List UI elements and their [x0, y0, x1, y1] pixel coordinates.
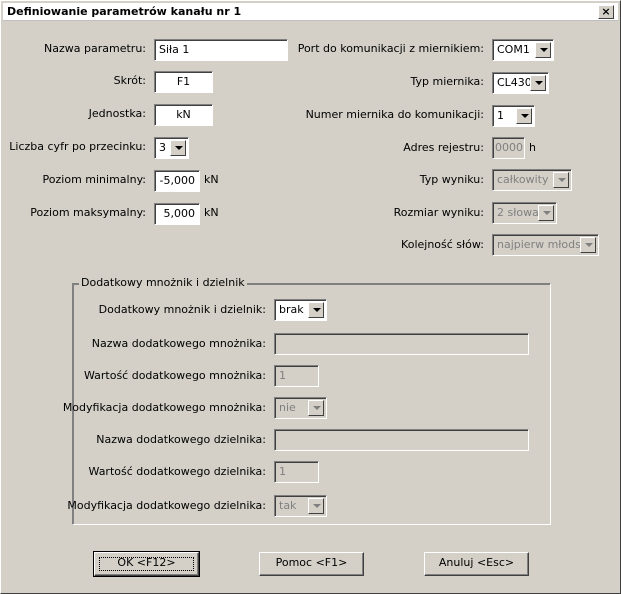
chevron-down-icon[interactable]	[538, 205, 554, 221]
focus-rect	[99, 557, 194, 571]
chevron-down-icon[interactable]	[308, 498, 324, 514]
mult-value-input[interactable]: 1	[274, 365, 319, 387]
port-label: Port do komunikacji z miernikiem:	[297, 42, 484, 55]
chevron-down-icon[interactable]	[308, 400, 324, 416]
div-name-label: Nazwa dodatkowego dzielnika:	[96, 433, 266, 446]
meter-type-label: Typ miernika:	[410, 75, 484, 88]
max-label: Poziom maksymalny:	[30, 206, 146, 219]
min-input[interactable]: -5,000	[154, 170, 200, 192]
mult-mod-select-value: nie	[279, 401, 296, 414]
div-value-label: Wartość dodatkowego dzielnika:	[88, 465, 266, 478]
meter-num-select-value: 1	[497, 109, 504, 122]
result-type-label: Typ wyniku:	[419, 173, 484, 186]
result-size-label: Rozmiar wyniku:	[393, 206, 484, 219]
close-button[interactable]: ×	[598, 5, 614, 19]
max-unit: kN	[204, 206, 219, 219]
dialog-window: Definiowanie parametrów kanału nr 1 × Na…	[0, 0, 621, 594]
meter-num-select[interactable]: 1	[492, 105, 535, 127]
div-mod-label: Modyfikacja dodatkowego dzielnika:	[67, 499, 266, 512]
short-label: Skrót:	[113, 74, 146, 87]
ok-button[interactable]: OK <F12>	[93, 551, 200, 577]
result-size-select-value: 2 słowa	[497, 206, 539, 219]
mult-name-label: Nazwa dodatkowego mnożnika:	[91, 337, 266, 350]
md-label: Dodatkowy mnożnik i dzielnik:	[98, 303, 266, 316]
group-legend: Dodatkowy mnożnik i dzielnik	[79, 276, 247, 290]
min-label: Poziom minimalny:	[42, 173, 146, 186]
result-size-select[interactable]: 2 słowa	[492, 202, 557, 224]
chevron-down-icon[interactable]	[580, 237, 596, 253]
param-name-input[interactable]: Siła 1	[154, 39, 288, 61]
register-suffix: h	[529, 141, 536, 154]
md-select-value: brak	[279, 303, 304, 316]
result-type-select[interactable]: całkowity	[492, 169, 572, 191]
chevron-down-icon[interactable]	[170, 140, 186, 156]
param-name-label: Nazwa parametru:	[44, 42, 146, 55]
digits-select-value: 3	[159, 141, 166, 154]
mult-name-input[interactable]	[274, 333, 529, 355]
chevron-down-icon[interactable]	[516, 108, 532, 124]
title-bar[interactable]: Definiowanie parametrów kanału nr 1 ×	[3, 3, 618, 21]
cancel-button[interactable]: Anuluj <Esc>	[424, 552, 529, 576]
div-name-input[interactable]	[274, 429, 529, 451]
div-value-input[interactable]: 1	[274, 461, 319, 483]
meter-num-label: Numer miernika do komunikacji:	[305, 108, 484, 121]
min-unit: kN	[204, 173, 219, 186]
short-input[interactable]: F1	[154, 71, 213, 93]
meter-type-select[interactable]: CL430	[492, 72, 549, 94]
chevron-down-icon[interactable]	[553, 172, 569, 188]
word-order-select-value: najpierw młodsze	[497, 238, 594, 251]
chevron-down-icon[interactable]	[535, 42, 551, 58]
help-button-label: Pomoc <F1>	[275, 556, 348, 569]
div-mod-select[interactable]: tak	[274, 495, 327, 517]
port-select-value: COM1	[497, 43, 530, 56]
chevron-down-icon[interactable]	[530, 75, 546, 91]
mult-mod-select[interactable]: nie	[274, 397, 327, 419]
window-title: Definiowanie parametrów kanału nr 1	[7, 5, 242, 18]
meter-type-select-value: CL430	[497, 76, 532, 89]
help-button[interactable]: Pomoc <F1>	[259, 552, 364, 576]
port-select[interactable]: COM1	[492, 39, 554, 61]
mult-mod-label: Modyfikacja dodatkowego mnożnika:	[62, 401, 266, 414]
max-input[interactable]: 5,000	[154, 203, 200, 225]
mult-value-label: Wartość dodatkowego mnożnika:	[83, 369, 266, 382]
unit-input[interactable]: kN	[154, 104, 213, 126]
close-icon: ×	[601, 5, 611, 18]
word-order-select[interactable]: najpierw młodsze	[492, 234, 599, 256]
word-order-label: Kolejność słów:	[401, 238, 484, 251]
unit-label: Jednostka:	[88, 107, 146, 120]
md-select[interactable]: brak	[274, 299, 327, 321]
cancel-button-label: Anuluj <Esc>	[438, 556, 515, 569]
digits-select[interactable]: 3	[154, 137, 189, 159]
register-input[interactable]: 0000	[492, 137, 525, 159]
chevron-down-icon[interactable]	[308, 302, 324, 318]
register-label: Adres rejestru:	[403, 141, 484, 154]
div-mod-select-value: tak	[279, 499, 297, 512]
result-type-select-value: całkowity	[497, 173, 549, 186]
digits-label: Liczba cyfr po przecinku:	[9, 140, 146, 153]
